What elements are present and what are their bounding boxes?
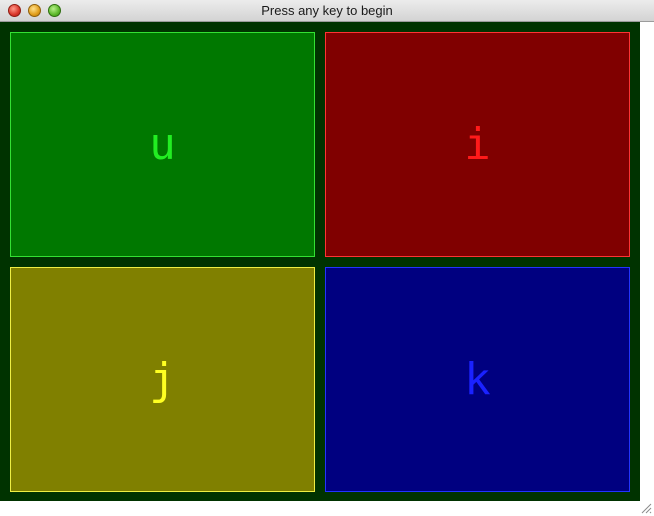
app-window: Press any key to begin u i j k (0, 0, 654, 516)
key-label-k: k (464, 354, 491, 405)
right-margin (640, 22, 654, 501)
resize-grip-icon[interactable] (641, 503, 652, 514)
game-canvas[interactable]: u i j k (0, 22, 640, 501)
quadrant-green-u[interactable]: u (10, 32, 315, 257)
bottom-margin (0, 501, 654, 516)
window-title: Press any key to begin (261, 3, 393, 18)
key-label-u: u (149, 119, 176, 170)
quadrant-red-i[interactable]: i (325, 32, 630, 257)
quadrant-yellow-j[interactable]: j (10, 267, 315, 492)
quadrant-blue-k[interactable]: k (325, 267, 630, 492)
key-label-j: j (149, 354, 176, 405)
key-label-i: i (464, 119, 491, 170)
title-bar[interactable]: Press any key to begin (0, 0, 654, 22)
